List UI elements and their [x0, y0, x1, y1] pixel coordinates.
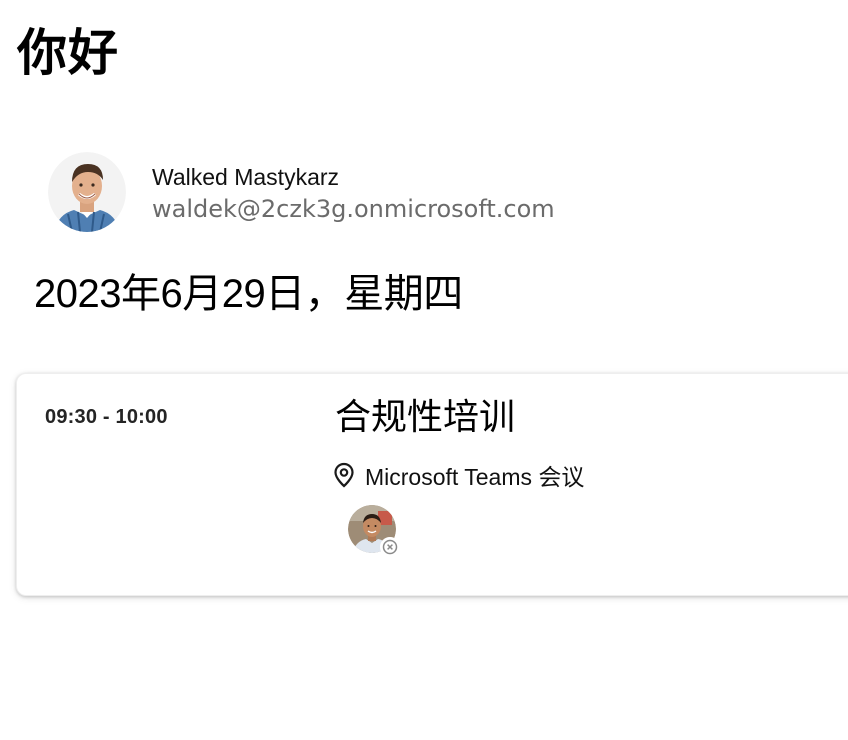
event-location: Microsoft Teams 会议	[333, 458, 584, 492]
location-pin-icon	[333, 462, 355, 488]
attendee-avatar[interactable]	[348, 505, 400, 557]
presence-offline-icon	[380, 537, 400, 557]
user-profile: Walked Mastykarz waldek@2czk3g.onmicroso…	[48, 152, 555, 232]
user-avatar	[48, 152, 126, 232]
user-avatar-photo-icon	[48, 152, 126, 232]
greeting-title: 你好	[17, 25, 119, 81]
event-title[interactable]: 合规性培训	[335, 394, 515, 440]
page: 你好 Walked Mastykarz waldek@2czk3g.onmicr…	[0, 0, 848, 740]
user-details: Walked Mastykarz waldek@2czk3g.onmicroso…	[152, 162, 555, 224]
agenda-date: 2023年6月29日，星期四	[34, 272, 463, 316]
event-card[interactable]: 09:30 - 10:00 合规性培训 Microsoft Teams 会议	[16, 373, 848, 596]
user-name: Walked Mastykarz	[152, 164, 340, 190]
user-email: waldek@2czk3g.onmicrosoft.com	[152, 195, 555, 223]
event-time: 09:30 - 10:00	[45, 406, 168, 428]
event-location-text: Microsoft Teams 会议	[365, 464, 585, 490]
